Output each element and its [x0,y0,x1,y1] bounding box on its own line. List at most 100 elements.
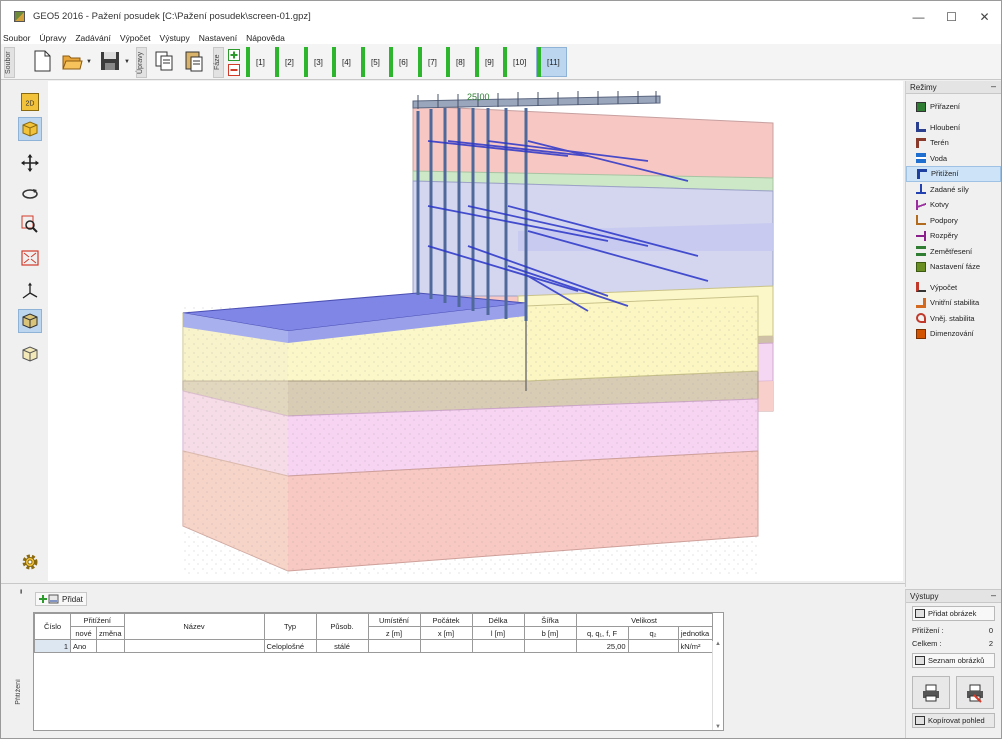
print-button[interactable] [912,676,950,709]
close-button[interactable]: ✕ [968,1,1001,32]
phase-label: [1] [256,57,265,67]
col-pusob: Působ. [315,613,369,640]
mode-voda[interactable]: Voda [906,151,1001,167]
surcharge-count-label: Přitížení : [912,626,944,635]
phase-6-button[interactable]: [6] [389,47,414,77]
view-2d-button[interactable]: 2D [18,90,42,114]
menu-vypocet[interactable]: Výpočet [120,33,151,43]
col-velikost: Velikost [575,613,713,627]
model-viewport-3d[interactable]: 25,00 [48,81,903,581]
phase-7-button[interactable]: [7] [418,47,443,77]
add-surcharge-button[interactable]: Přidat [35,592,87,606]
maximize-button[interactable]: ☐ [935,1,968,32]
phase-label: [11] [547,57,560,67]
mode-zemetreseni[interactable]: Zemětřesení [906,244,1001,260]
rotate-button[interactable] [18,182,42,206]
printer-icon [923,684,939,701]
mode-vnej-stabilita[interactable]: Vněj. stabilita [906,311,1001,327]
collapse-modes-button[interactable]: – [991,81,996,91]
phase-9-button[interactable]: [9] [475,47,500,77]
solid-view-button[interactable] [18,309,42,333]
surcharge-load-strip [412,95,661,109]
open-file-icon[interactable] [61,49,83,73]
surcharge-pictures-count: Přitížení : 0 [906,624,1001,637]
phase-11-button[interactable]: [11] [536,47,567,77]
cell-q1: 25,00 [575,639,629,653]
col-delka-unit: l [m] [471,626,525,640]
paste-data-icon[interactable] [183,49,205,73]
add-picture-button[interactable]: Přidat obrázek [912,606,995,621]
mode-label: Hloubení [930,122,961,132]
collapse-outputs-button[interactable]: – [991,590,996,600]
save-dropdown-arrow[interactable]: ▼ [124,59,130,65]
internal-stability-icon [916,297,926,308]
mode-label: Kotvy [930,200,949,210]
water-icon [916,153,926,164]
menu-soubor[interactable]: Soubor [3,33,30,43]
cell-sirka [523,639,577,653]
mode-dimenzovani[interactable]: Dimenzování [906,326,1001,342]
axes-button[interactable] [18,279,42,303]
menu-upravy[interactable]: Úpravy [39,33,66,43]
new-file-icon[interactable] [31,49,53,73]
mode-label: Terén [930,138,949,148]
phase-3-button[interactable]: [3] [304,47,329,77]
copy-view-button[interactable]: Kopírovat pohled [912,713,995,728]
mode-pritizeni[interactable]: Přitížení [906,166,1001,182]
mode-podpory[interactable]: Podpory [906,213,1001,229]
mode-teren[interactable]: Terén [906,135,1001,151]
phase-8-button[interactable]: [8] [446,47,471,77]
application-window: GEO5 2016 - Pažení posudek [C:\Pažení po… [0,0,1002,739]
copy-data-icon[interactable] [153,49,175,73]
view-3d-button[interactable] [18,117,42,141]
phase-1-button[interactable]: [1] [246,47,271,77]
window-controls: — ☐ ✕ [902,1,1001,32]
mode-zadane-sily[interactable]: Zadané síly [906,182,1001,198]
menu-vystupy[interactable]: Výstupy [160,33,190,43]
pan-button[interactable] [18,151,42,175]
menu-napoveda[interactable]: Nápověda [246,33,285,43]
table-scrollbar[interactable]: ▲ ▼ [712,641,723,730]
mode-label: Voda [930,153,948,163]
phase-2-button[interactable]: [2] [275,47,300,77]
col-jednotka: jednotka [677,626,713,640]
table-row[interactable]: 1 Ano Celoplošné stálé 25,00 kN/m² [34,639,713,653]
cell-nove: Ano [70,639,97,653]
menu-zadavani[interactable]: Zadávání [75,33,110,43]
calculation-icon [916,282,926,293]
cell-q2 [627,639,679,653]
add-phase-icon[interactable] [228,49,240,61]
wireframe-view-button[interactable] [18,342,42,366]
print-preview-icon [967,684,983,703]
print-preview-button[interactable] [956,676,994,709]
pin-icon[interactable]: ╹ [19,590,23,598]
menu-bar: Soubor Úpravy Zadávání Výpočet Výstupy N… [1,32,1001,44]
dimensioning-icon [916,328,926,339]
mode-hloubeni[interactable]: Hloubení [906,120,1001,136]
mode-vypocet[interactable]: Výpočet [906,280,1001,296]
panel-side-label: Přitížení [15,679,22,705]
remove-phase-icon[interactable] [228,64,240,76]
open-dropdown-arrow[interactable]: ▼ [86,59,92,65]
menu-nastaveni[interactable]: Nastavení [199,33,237,43]
col-nove: nové [70,626,97,640]
settings-button[interactable] [18,550,42,574]
minimize-button[interactable]: — [902,1,935,32]
mode-prirazeni[interactable]: Přiřazení [906,99,1001,115]
col-cislo: Číslo [34,613,71,640]
phase-10-button[interactable]: [10] [503,47,532,77]
mode-rozpery[interactable]: Rozpěry [906,228,1001,244]
phase-4-button[interactable]: [4] [332,47,357,77]
surcharge-input-panel: ╹ Přitížení Přidat Číslo Přitížení Název… [1,583,905,738]
mode-kotvy[interactable]: Kotvy [906,197,1001,213]
scroll-up-icon[interactable]: ▲ [713,641,723,647]
zoom-extents-button[interactable] [18,246,42,270]
phase-5-button[interactable]: [5] [361,47,386,77]
mode-vnitrni-stabilita[interactable]: Vnitřní stabilita [906,295,1001,311]
list-pictures-button[interactable]: Seznam obrázků [912,653,995,668]
scroll-down-icon[interactable]: ▼ [713,724,723,730]
phase-label: [2] [285,57,294,67]
mode-nastaveni-faze[interactable]: Nastavení fáze [906,259,1001,275]
zoom-button[interactable] [18,212,42,236]
save-icon[interactable] [99,49,121,73]
